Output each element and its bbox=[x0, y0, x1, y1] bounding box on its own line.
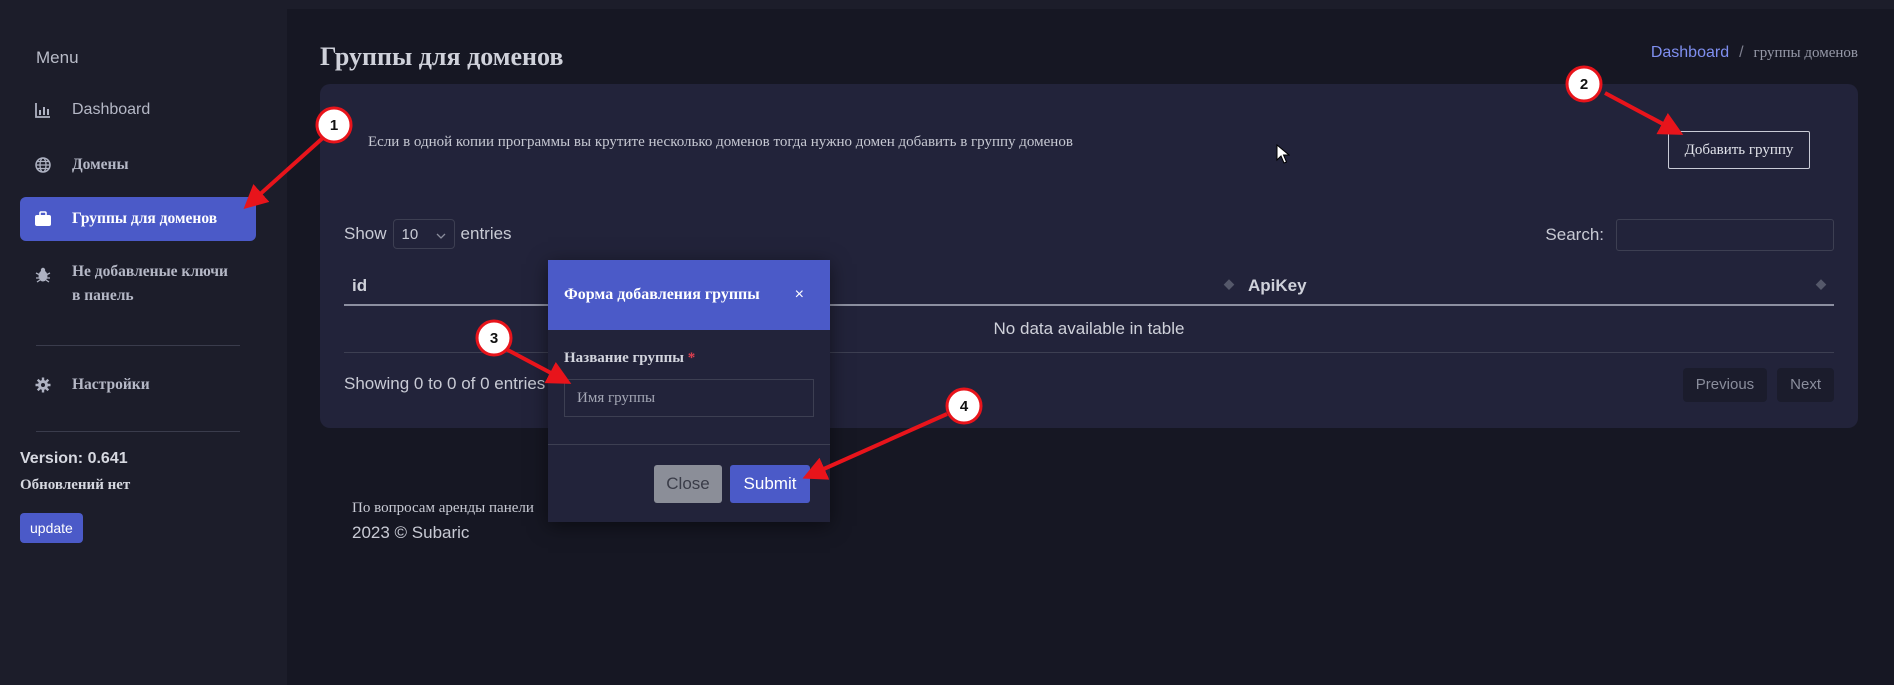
table-info: Showing 0 to 0 of 0 entries bbox=[344, 374, 546, 393]
column-header-apikey[interactable]: ApiKey bbox=[1248, 276, 1307, 296]
top-band bbox=[287, 0, 1894, 9]
mouse-cursor-icon bbox=[1276, 144, 1290, 164]
chevron-down-icon bbox=[436, 226, 446, 243]
add-group-button[interactable]: Добавить группу bbox=[1668, 131, 1810, 169]
add-group-modal: Форма добавления группы × Название групп… bbox=[548, 260, 830, 522]
show-label: Show bbox=[344, 224, 387, 243]
modal-divider bbox=[548, 444, 830, 445]
bar-chart-icon bbox=[34, 101, 52, 119]
sidebar-divider bbox=[36, 431, 240, 432]
globe-icon bbox=[34, 156, 52, 174]
modal-header: Форма добавления группы × bbox=[548, 260, 830, 330]
sidebar-item-label: Настройки bbox=[72, 376, 150, 393]
breadcrumb-dashboard-link[interactable]: Dashboard bbox=[1651, 44, 1729, 62]
column-header-id[interactable]: id bbox=[352, 276, 367, 296]
sidebar-item-label: Группы для доменов bbox=[72, 210, 218, 227]
pagination: Previous Next bbox=[1682, 368, 1834, 402]
sidebar-item-label-line2: в панель bbox=[72, 287, 134, 304]
sidebar-item-domains[interactable]: Домены bbox=[20, 143, 256, 187]
sidebar-item-unadded-keys[interactable]: Не добавленые ключи в панель bbox=[20, 260, 256, 320]
briefcase-icon bbox=[34, 210, 52, 228]
info-text: Если в одной копии программы вы крутите … bbox=[368, 134, 1073, 150]
sort-icon[interactable]: ◆ bbox=[1224, 276, 1234, 292]
entries-length-control: Show 10 entries bbox=[344, 219, 512, 249]
update-status: Обновлений нет bbox=[20, 477, 131, 493]
search-input[interactable] bbox=[1616, 219, 1834, 251]
next-page-button[interactable]: Next bbox=[1777, 368, 1834, 402]
table-search: Search: bbox=[1545, 219, 1834, 251]
page-title: Группы для доменов bbox=[320, 42, 564, 71]
sidebar-item-dashboard[interactable]: Dashboard bbox=[20, 88, 256, 132]
close-icon[interactable]: × bbox=[795, 286, 804, 304]
required-mark: * bbox=[687, 350, 696, 366]
previous-page-button[interactable]: Previous bbox=[1682, 368, 1768, 402]
update-button[interactable]: update bbox=[20, 513, 83, 543]
gear-icon bbox=[34, 376, 52, 394]
sidebar-item-label: Dashboard bbox=[72, 101, 151, 118]
footer-copyright: 2023 © Subaric bbox=[352, 523, 470, 542]
entries-value: 10 bbox=[401, 225, 419, 243]
submit-button[interactable]: Submit bbox=[730, 465, 810, 503]
sidebar-divider bbox=[36, 345, 240, 346]
group-name-input[interactable]: Имя группы bbox=[564, 379, 814, 417]
menu-title: Menu bbox=[36, 48, 79, 67]
sidebar-item-settings[interactable]: Настройки bbox=[20, 363, 256, 407]
sidebar-item-label: Не добавленые ключи bbox=[72, 263, 228, 280]
breadcrumb-current: группы доменов bbox=[1753, 45, 1858, 61]
close-button[interactable]: Close bbox=[654, 465, 722, 503]
entries-label: entries bbox=[460, 224, 512, 243]
breadcrumb: Dashboard / группы доменов bbox=[1651, 44, 1858, 62]
modal-title: Форма добавления группы bbox=[564, 286, 760, 303]
breadcrumb-separator: / bbox=[1739, 44, 1744, 61]
group-name-label-text: Название группы bbox=[564, 350, 684, 366]
bug-icon bbox=[34, 266, 52, 284]
sidebar: Menu Dashboard Домены Группы для доменов… bbox=[0, 0, 287, 685]
sidebar-item-domain-groups[interactable]: Группы для доменов bbox=[20, 197, 256, 241]
group-name-label: Название группы * bbox=[564, 350, 695, 367]
sidebar-item-label: Домены bbox=[72, 156, 129, 173]
entries-select[interactable]: 10 bbox=[392, 219, 455, 249]
version-label: Version: 0.641 bbox=[20, 450, 128, 467]
sort-icon[interactable]: ◆ bbox=[1816, 276, 1826, 292]
footer-contact-text: По вопросам аренды панели bbox=[352, 500, 534, 516]
search-label: Search: bbox=[1545, 225, 1604, 244]
